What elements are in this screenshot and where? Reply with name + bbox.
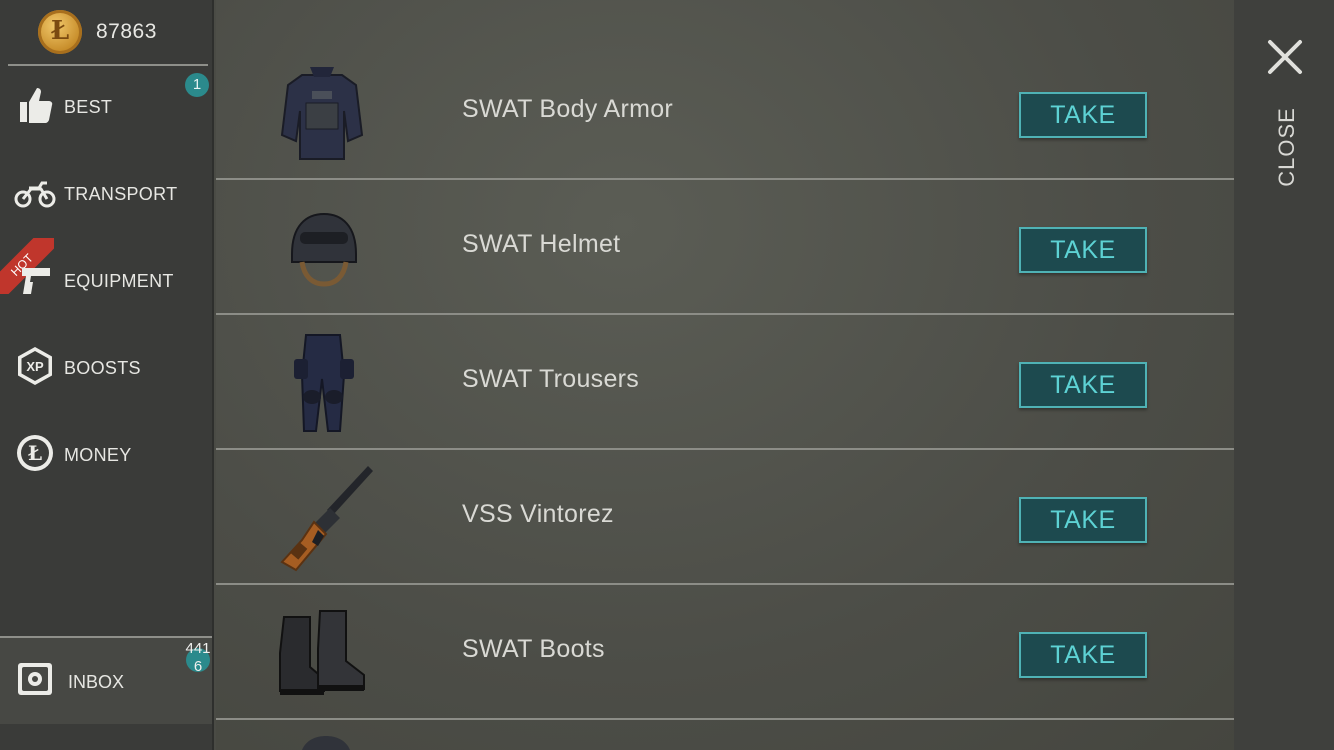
take-button[interactable]: TAKE (1019, 92, 1147, 138)
sidebar: Ł 87863 BEST 1 TRANSPORT HOT EQUIPMENT X… (0, 0, 214, 750)
take-button[interactable]: TAKE (1019, 632, 1147, 678)
list-item: SWAT Body Armor TAKE (216, 45, 1234, 180)
best-badge: 1 (185, 73, 209, 97)
close-panel: CLOSE (1234, 0, 1334, 750)
item-name: VSS Vintorez (462, 500, 614, 528)
nav-item-transport[interactable]: TRANSPORT (0, 151, 212, 237)
take-button[interactable]: TAKE (1019, 362, 1147, 408)
coin-icon: Ł (38, 10, 82, 54)
nav-label-boosts: BOOSTS (64, 358, 141, 378)
currency-display: Ł 87863 (8, 0, 208, 66)
nav-label-equipment: EQUIPMENT (64, 271, 174, 291)
motorcycle-icon (14, 181, 56, 208)
nav-item-equipment[interactable]: HOT EQUIPMENT (0, 238, 212, 324)
rifle-icon (280, 466, 373, 572)
nav-label-money: MONEY (64, 445, 132, 465)
svg-text:Ł: Ł (28, 441, 42, 465)
xp-icon: XP (18, 347, 52, 385)
list-item: SWAT Trousers TAKE (216, 315, 1234, 450)
trousers-icon (294, 334, 354, 432)
close-icon[interactable] (1266, 38, 1304, 76)
svg-text:XP: XP (26, 359, 44, 374)
nav-item-boosts[interactable]: XP BOOSTS (0, 325, 212, 411)
nav-label-inbox: INBOX (68, 672, 125, 692)
close-button[interactable]: CLOSE (1264, 34, 1308, 187)
thumbs-up-icon (20, 88, 53, 123)
helmet-icon (302, 736, 350, 750)
nav-label-best: BEST (64, 97, 113, 117)
close-label: CLOSE (1274, 107, 1299, 187)
nav-item-best[interactable]: BEST 1 (0, 64, 212, 150)
safe-icon (18, 663, 52, 695)
item-name: SWAT Boots (462, 635, 605, 663)
take-button[interactable]: TAKE (1019, 497, 1147, 543)
nav-item-money[interactable]: Ł MONEY (0, 412, 212, 498)
helmet-icon (291, 212, 357, 287)
take-button[interactable]: TAKE (1019, 227, 1147, 273)
nav-item-inbox[interactable]: INBOX 441 6 (0, 636, 212, 724)
inbox-badge: 441 6 (185, 640, 211, 675)
pistol-icon (22, 268, 50, 294)
item-name: SWAT Trousers (462, 365, 640, 393)
list-item: SWAT Helmet TAKE (216, 180, 1234, 315)
list-item: VSS Vintorez TAKE (216, 450, 1234, 585)
money-coin-icon: Ł (17, 435, 53, 471)
body-armor-icon (280, 67, 364, 160)
boots-icon (279, 610, 365, 695)
item-name: SWAT Body Armor (462, 95, 674, 123)
item-name: SWAT Helmet (462, 230, 621, 258)
list-item: SWAT Boots TAKE (216, 585, 1234, 720)
coin-balance: 87863 (96, 20, 157, 43)
nav-label-transport: TRANSPORT (64, 184, 178, 204)
reward-list: SWAT Body Armor TAKE SWAT Helmet TAKE SW… (216, 0, 1234, 750)
